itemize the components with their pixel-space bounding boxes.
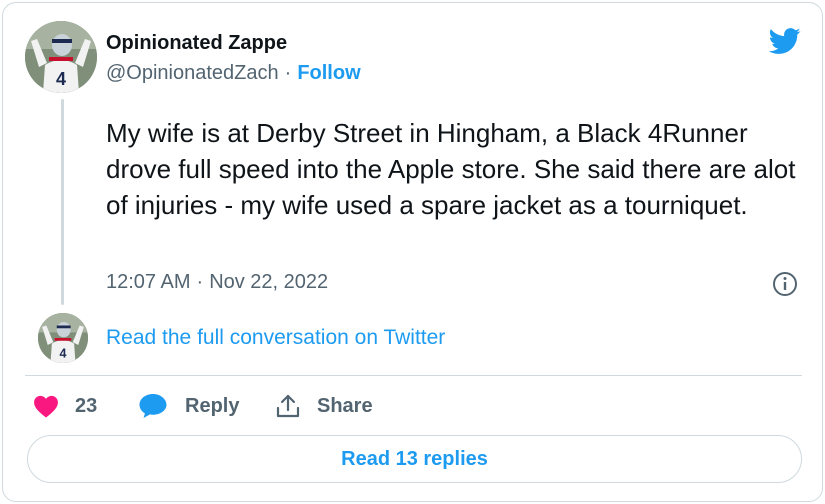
timestamp-separator: · [196, 271, 204, 293]
reply-button[interactable]: Reply [138, 391, 239, 421]
like-button[interactable]: 23 [33, 391, 97, 421]
handle-separator: · [284, 62, 292, 84]
share-label: Share [317, 394, 373, 417]
svg-text:4: 4 [60, 346, 67, 360]
svg-text:4: 4 [56, 69, 66, 89]
tweet-embed-card: 4 Opinionated Zappe @OpinionatedZach · Fol… [2, 2, 823, 502]
tweet-time: 12:07 AM [106, 271, 191, 293]
twitter-bird-icon[interactable] [767, 25, 803, 57]
speech-bubble-icon [139, 394, 167, 418]
conversation-avatar[interactable]: 4 [38, 313, 88, 363]
reply-label: Reply [185, 394, 240, 417]
heart-icon [34, 395, 58, 418]
share-upload-icon [276, 394, 300, 418]
author-avatar[interactable]: 4 [25, 21, 97, 93]
tweet-timestamp[interactable]: 12:07 AM · Nov 22, 2022 [106, 271, 328, 294]
tweet-text: My wife is at Derby Street in Hingham, a… [106, 118, 796, 220]
like-count: 23 [75, 394, 98, 417]
author-handle[interactable]: @OpinionatedZach [106, 62, 279, 84]
follow-link[interactable]: Follow [297, 62, 360, 84]
read-replies-button[interactable]: Read 13 replies [27, 435, 802, 483]
author-display-name[interactable]: Opinionated Zappe [106, 32, 287, 55]
read-replies-label: Read 13 replies [341, 447, 488, 470]
share-button[interactable]: Share [275, 391, 373, 421]
read-full-conversation-link[interactable]: Read the full conversation on Twitter [106, 326, 445, 350]
avatar-photo: 4 [25, 21, 97, 93]
author-handle-row: @OpinionatedZach · Follow [106, 62, 361, 85]
actions-divider [25, 375, 802, 376]
avatar-photo-small: 4 [38, 313, 88, 363]
thread-connector-line [61, 99, 64, 305]
info-icon[interactable] [771, 270, 799, 298]
tweet-date: Nov 22, 2022 [209, 271, 329, 293]
